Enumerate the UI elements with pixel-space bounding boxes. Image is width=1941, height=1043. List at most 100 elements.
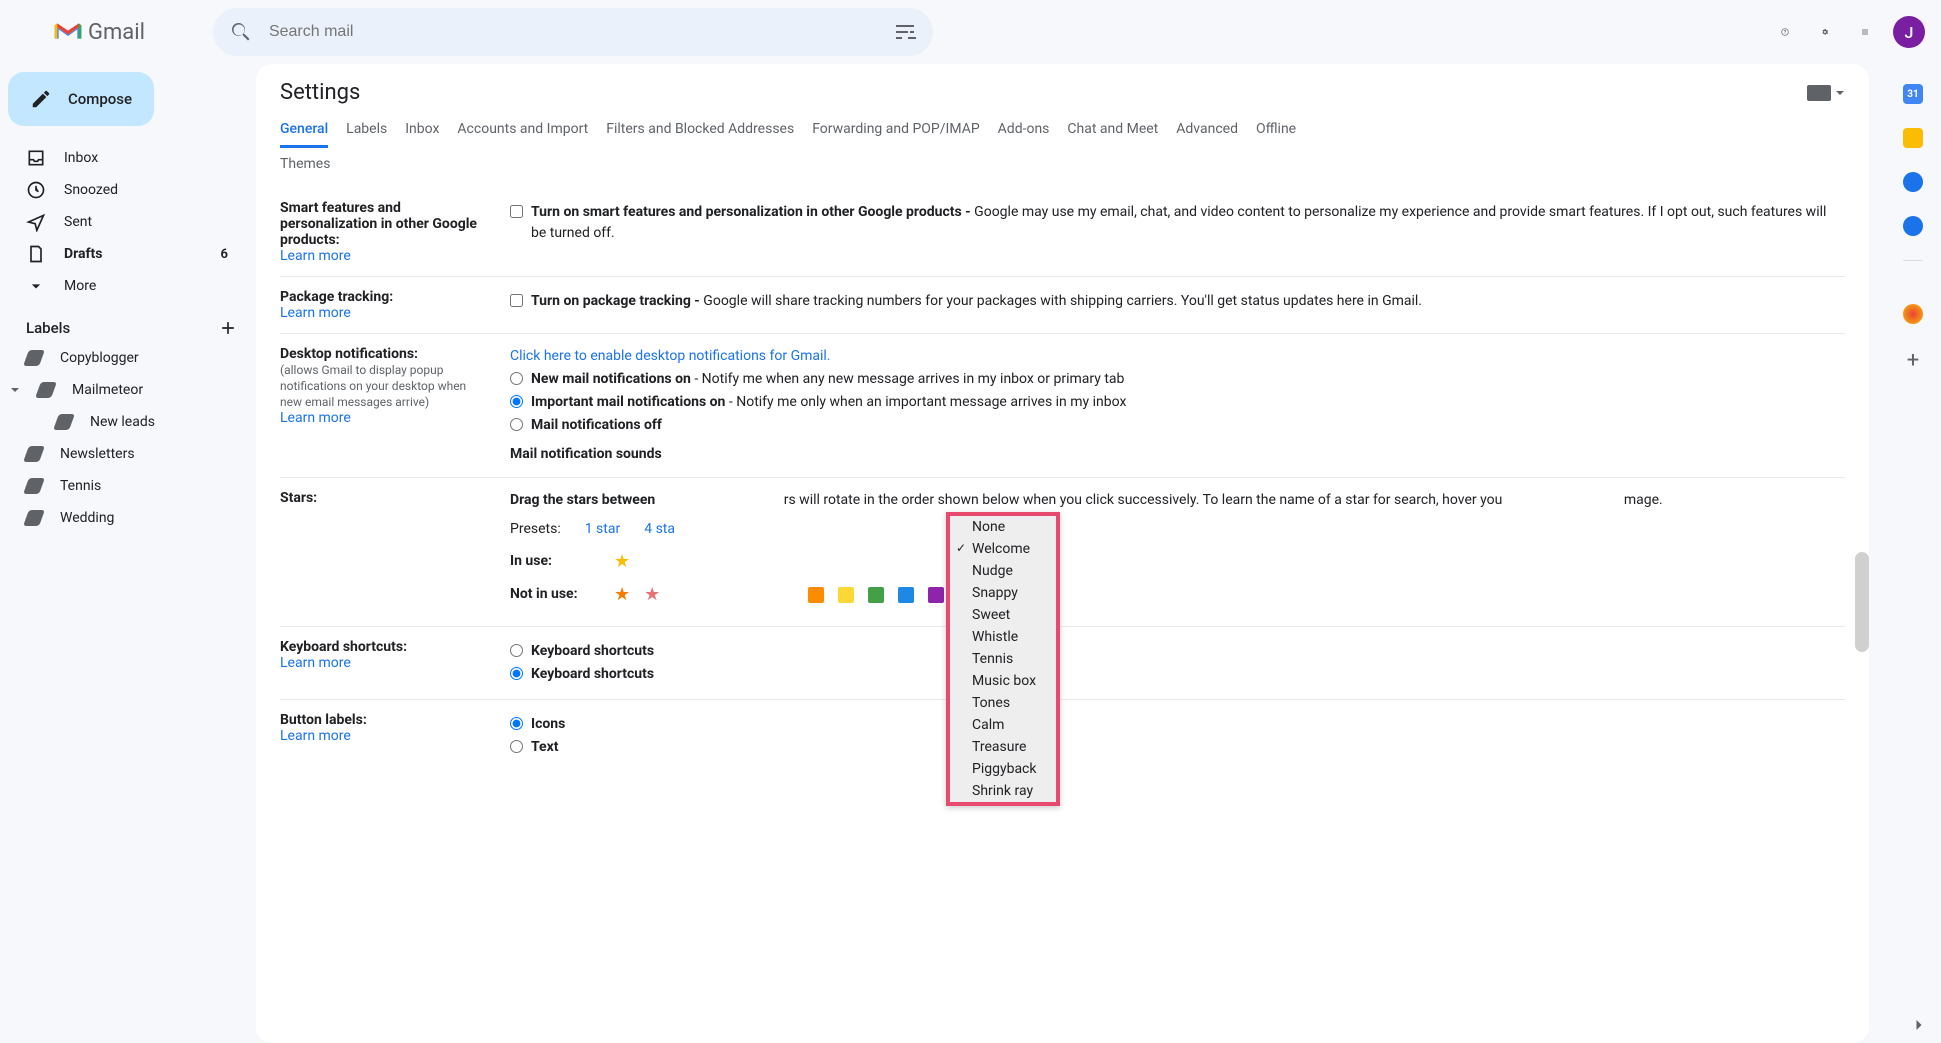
radio-shortcuts-off[interactable]	[510, 644, 523, 657]
sound-option[interactable]: Tennis	[950, 648, 1056, 670]
label-text: Mailmeteor	[72, 382, 143, 398]
marker-yellow-icon[interactable]	[838, 587, 854, 603]
nav-more[interactable]: More	[0, 270, 256, 302]
calendar-app-icon[interactable]: 31	[1903, 84, 1923, 104]
tab-chat[interactable]: Chat and Meet	[1067, 113, 1158, 148]
tab-addons[interactable]: Add-ons	[998, 113, 1050, 148]
compose-label: Compose	[68, 90, 132, 108]
row-sub: (allows Gmail to display popup notificat…	[280, 363, 466, 409]
enable-notifications-link[interactable]: Click here to enable desktop notificatio…	[510, 348, 831, 364]
marker-blue-icon[interactable]	[898, 587, 914, 603]
settings-icon[interactable]	[1813, 20, 1837, 44]
sound-option[interactable]: Snappy	[950, 582, 1056, 604]
nav-label: Inbox	[64, 150, 98, 166]
marker-orange-icon[interactable]	[808, 587, 824, 603]
sound-option[interactable]: Music box	[950, 670, 1056, 692]
sound-option[interactable]: Shrink ray	[950, 780, 1056, 802]
search-icon[interactable]	[229, 20, 253, 44]
search-bar[interactable]	[213, 8, 933, 56]
star-red-icon[interactable]: ★	[644, 581, 660, 608]
addon-app-icon[interactable]	[1903, 304, 1923, 324]
nav-drafts[interactable]: Drafts 6	[0, 238, 256, 270]
label-wedding[interactable]: Wedding	[0, 502, 256, 534]
contacts-app-icon[interactable]	[1903, 216, 1923, 236]
caret-down-icon[interactable]	[10, 385, 20, 395]
label-newsletters[interactable]: Newsletters	[0, 438, 256, 470]
get-addons-icon[interactable]: +	[1907, 348, 1919, 373]
package-text: Google will share tracking numbers for y…	[703, 293, 1422, 309]
learn-more-link[interactable]: Learn more	[280, 305, 351, 321]
radio-text[interactable]	[510, 740, 523, 753]
sound-option[interactable]: None	[950, 516, 1056, 538]
sound-option[interactable]: Treasure	[950, 736, 1056, 758]
preset-4stars[interactable]: 4 sta	[644, 519, 675, 540]
main-menu-icon[interactable]	[16, 20, 40, 44]
star-yellow-icon[interactable]: ★	[614, 548, 630, 575]
sound-option[interactable]: Sweet	[950, 604, 1056, 626]
tab-filters[interactable]: Filters and Blocked Addresses	[606, 113, 794, 148]
search-input[interactable]	[269, 23, 877, 41]
search-options-icon[interactable]	[893, 20, 917, 44]
nav-snoozed[interactable]: Snoozed	[0, 174, 256, 206]
radio-important-mail[interactable]	[510, 395, 523, 408]
label-mailmeteor[interactable]: Mailmeteor	[0, 374, 256, 406]
add-label-icon[interactable]	[218, 318, 238, 338]
sound-option[interactable]: Piggyback	[950, 758, 1056, 780]
tab-labels[interactable]: Labels	[346, 113, 387, 148]
support-icon[interactable]: ?	[1773, 20, 1797, 44]
sound-dropdown-menu[interactable]: None Welcome Nudge Snappy Sweet Whistle …	[946, 512, 1060, 806]
tab-themes[interactable]: Themes	[280, 148, 330, 180]
keep-app-icon[interactable]	[1903, 128, 1923, 148]
gmail-logo-text: Gmail	[88, 20, 145, 45]
marker-green-icon[interactable]	[868, 587, 884, 603]
nav-inbox[interactable]: Inbox	[0, 142, 256, 174]
side-panel: 31 +	[1885, 64, 1941, 1043]
learn-more-link[interactable]: Learn more	[280, 248, 351, 264]
tab-general[interactable]: General	[280, 113, 328, 148]
gmail-logo[interactable]: Gmail	[52, 20, 145, 45]
radio-icons[interactable]	[510, 717, 523, 730]
radio-notifications-off[interactable]	[510, 418, 523, 431]
labels-title: Labels	[26, 319, 70, 337]
label-copyblogger[interactable]: Copyblogger	[0, 342, 256, 374]
row-title: Button labels:	[280, 712, 367, 728]
marker-purple-icon[interactable]	[928, 587, 944, 603]
scrollbar[interactable]	[1855, 552, 1869, 652]
label-icon	[35, 382, 57, 398]
svg-text:?: ?	[1784, 30, 1787, 36]
row-title: Stars:	[280, 490, 317, 506]
label-text: Wedding	[60, 510, 114, 526]
sound-option[interactable]: Welcome	[950, 538, 1056, 560]
package-tracking-checkbox[interactable]	[510, 294, 523, 307]
tab-accounts[interactable]: Accounts and Import	[457, 113, 588, 148]
radio-new-mail[interactable]	[510, 372, 523, 385]
nav-sent[interactable]: Sent	[0, 206, 256, 238]
star-orange-icon[interactable]: ★	[614, 581, 630, 608]
learn-more-link[interactable]: Learn more	[280, 728, 351, 744]
apps-icon[interactable]	[1853, 20, 1877, 44]
compose-button[interactable]: Compose	[8, 72, 154, 126]
tab-advanced[interactable]: Advanced	[1176, 113, 1238, 148]
input-tools-button[interactable]	[1807, 85, 1845, 101]
side-panel-expand-icon[interactable]	[1909, 1015, 1929, 1035]
tab-inbox[interactable]: Inbox	[405, 113, 439, 148]
sound-option[interactable]: Whistle	[950, 626, 1056, 648]
label-tennis[interactable]: Tennis	[0, 470, 256, 502]
preset-1star[interactable]: 1 star	[585, 519, 621, 540]
sound-option[interactable]: Calm	[950, 714, 1056, 736]
sound-option[interactable]: Nudge	[950, 560, 1056, 582]
tab-forwarding[interactable]: Forwarding and POP/IMAP	[812, 113, 979, 148]
radio-shortcuts-on[interactable]	[510, 667, 523, 680]
sound-option[interactable]: Tones	[950, 692, 1056, 714]
tab-offline[interactable]: Offline	[1256, 113, 1296, 148]
smart-features-checkbox[interactable]	[510, 205, 523, 218]
settings-panel: Settings General Labels Inbox Accounts a…	[256, 64, 1869, 1043]
row-smart-features: Smart features and personalization in ot…	[280, 188, 1845, 276]
learn-more-link[interactable]: Learn more	[280, 655, 351, 671]
package-bold: Turn on package tracking -	[531, 293, 703, 309]
gmail-logo-icon	[52, 20, 84, 44]
tasks-app-icon[interactable]	[1903, 172, 1923, 192]
account-avatar[interactable]: J	[1893, 16, 1925, 48]
label-new-leads[interactable]: New leads	[0, 406, 256, 438]
learn-more-link[interactable]: Learn more	[280, 410, 351, 426]
